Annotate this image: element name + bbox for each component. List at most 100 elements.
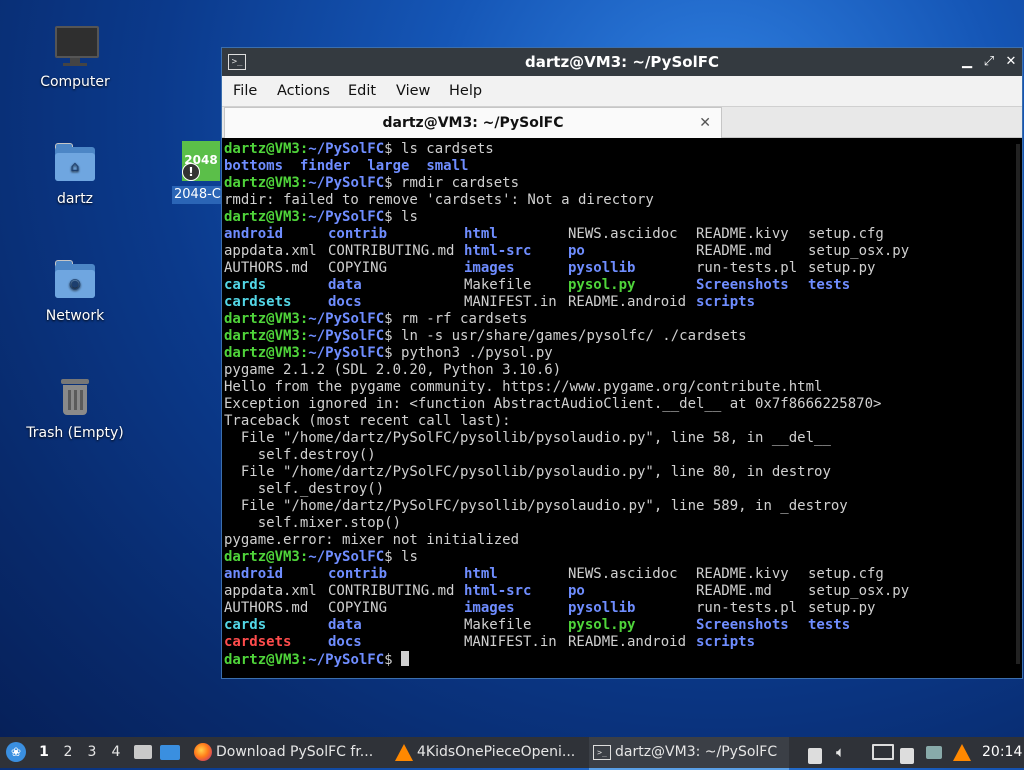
start-menu-button[interactable]: ❀	[0, 737, 32, 768]
ls-entry: setup.cfg	[808, 566, 884, 582]
ls-entry: images	[464, 600, 515, 616]
prompt-line: dartz@VM3:~/PySolFC$	[224, 651, 410, 668]
output-line: File "/home/dartz/PySolFC/pysollib/pysol…	[224, 464, 831, 480]
task-firefox[interactable]: Download PySolFC fr...	[190, 737, 384, 770]
ls-entry: large	[367, 158, 410, 174]
ls-entry: html	[464, 226, 498, 242]
desktop-icon-trash[interactable]: Trash (Empty)	[20, 375, 130, 441]
prompt-symbol: $	[384, 175, 402, 191]
prompt-user: dartz@VM3:	[224, 141, 309, 157]
output-line: self.destroy()	[224, 447, 376, 463]
command-text: ls	[401, 209, 418, 225]
home-folder-icon: ⌂	[53, 141, 97, 185]
ls-entry: cardsets	[224, 634, 292, 650]
ls-entry: setup.cfg	[808, 226, 884, 242]
window-title: dartz@VM3: ~/PySolFC	[525, 53, 719, 71]
desktop-icon-home[interactable]: ⌂ dartz	[20, 141, 130, 207]
menu-file[interactable]: File	[233, 76, 257, 106]
desktop-icon	[160, 744, 180, 760]
maximize-icon[interactable]: ⤢	[980, 52, 998, 72]
clipboard-tray-icon[interactable]	[900, 737, 920, 768]
menu-bar: File Actions Edit View Help	[222, 76, 1022, 107]
ls-entry: cardsets	[224, 294, 292, 310]
ls-entry: run-tests.pl	[696, 260, 798, 276]
ls-entry: Makefile	[464, 617, 532, 633]
output-line: rmdir: failed to remove 'cardsets': Not …	[224, 192, 654, 208]
ls-entry: small	[426, 158, 469, 174]
desktop-icon-label: Network	[45, 308, 105, 324]
output-line: Hello from the pygame community. https:/…	[224, 379, 823, 395]
trash-icon	[53, 375, 97, 419]
ls-output-row: appdata.xml CONTRIBUTING.md html-src po READ…	[224, 243, 1004, 260]
output-line: self._destroy()	[224, 481, 385, 497]
ls-output-row: android contrib html NEWS.asciidoc README.ki…	[224, 226, 1004, 243]
ls-entry: pysol.py	[568, 617, 636, 633]
game-2048-label[interactable]: 2048-C	[172, 186, 222, 204]
task-terminal[interactable]: >_ dartz@VM3: ~/PySolFC	[589, 737, 789, 770]
monitor-alert-icon	[926, 745, 942, 759]
ls-entry: README.kivy	[696, 566, 789, 582]
volume-tray-icon[interactable]: 🔈︎	[836, 737, 856, 768]
ls-entry: setup.py	[808, 260, 876, 276]
clock[interactable]: 20:14	[982, 737, 1022, 768]
output-line: File "/home/dartz/PySolFC/pysollib/pysol…	[224, 430, 831, 446]
terminal-tab[interactable]: dartz@VM3: ~/PySolFC ✕	[224, 107, 722, 138]
workspace-1[interactable]: 1	[33, 737, 55, 768]
prompt-path: ~/PySolFC	[308, 311, 385, 327]
workspace-2[interactable]: 2	[57, 737, 79, 768]
task-vlc[interactable]: 4KidsOnePieceOpeni...	[391, 737, 587, 770]
vlc-tray-icon[interactable]	[953, 737, 973, 768]
prompt-line: dartz@VM3:~/PySolFC$ ls	[224, 209, 418, 226]
ls-entry: finder	[299, 158, 351, 174]
vlc-icon	[395, 743, 413, 761]
close-icon[interactable]: ✕	[1002, 52, 1020, 72]
ls-entry: contrib	[328, 226, 388, 242]
menu-view[interactable]: View	[396, 76, 430, 106]
ls-entry: android	[224, 566, 284, 582]
prompt-line: dartz@VM3:~/PySolFC$ rm -rf cardsets	[224, 311, 527, 328]
terminal-output[interactable]: dartz@VM3:~/PySolFC$ ls cardsets bottoms …	[224, 141, 1014, 677]
show-desktop-button[interactable]	[160, 737, 186, 768]
window-titlebar[interactable]: >_ dartz@VM3: ~/PySolFC ▁ ⤢ ✕	[222, 48, 1022, 76]
desktop-icon-computer[interactable]: Computer	[20, 24, 130, 90]
ls-entry: po	[568, 243, 585, 259]
ls-entry: setup.py	[808, 600, 876, 616]
notification-tray-icon[interactable]	[926, 737, 946, 768]
updates-tray-icon[interactable]	[808, 737, 824, 768]
ls-entry: data	[328, 277, 362, 293]
ls-entry: cards	[224, 617, 267, 633]
desktop-icon-network[interactable]: ◉ Network	[20, 258, 130, 324]
start-menu-icon: ❀	[6, 742, 26, 762]
clipboard-icon	[900, 747, 914, 764]
prompt-line: dartz@VM3:~/PySolFC$ rmdir cardsets	[224, 175, 519, 192]
terminal-window[interactable]: >_ dartz@VM3: ~/PySolFC ▁ ⤢ ✕ File Actio…	[221, 47, 1023, 679]
ls-entry: scripts	[696, 294, 756, 310]
minimize-icon[interactable]: ▁	[958, 52, 976, 72]
desktop-icon-label: dartz	[56, 191, 94, 207]
prompt-user: dartz@VM3:	[224, 175, 309, 191]
ls-entry: AUTHORS.md	[224, 260, 309, 276]
tab-close-icon[interactable]: ✕	[699, 108, 711, 138]
ls-entry: MANIFEST.in	[464, 634, 557, 650]
menu-edit[interactable]: Edit	[348, 76, 376, 106]
file-manager-launcher[interactable]	[134, 737, 156, 768]
scrollbar[interactable]	[1016, 144, 1020, 664]
ls-entry: README.kivy	[696, 226, 789, 242]
network-tray-icon[interactable]	[872, 737, 894, 768]
tab-bar: dartz@VM3: ~/PySolFC ✕	[222, 107, 1022, 138]
menu-actions[interactable]: Actions	[277, 76, 330, 106]
command-text: rm -rf cardsets	[401, 311, 528, 327]
ls-output-row: android contrib html NEWS.asciidoc README.ki…	[224, 566, 1004, 583]
prompt-path: ~/PySolFC	[308, 345, 385, 361]
prompt-symbol: $	[384, 209, 402, 225]
prompt-user: dartz@VM3:	[224, 328, 309, 344]
workspace-4[interactable]: 4	[105, 737, 127, 768]
workspace-3[interactable]: 3	[81, 737, 103, 768]
menu-help[interactable]: Help	[449, 76, 482, 106]
task-label: dartz@VM3: ~/PySolFC	[615, 744, 778, 760]
prompt-user: dartz@VM3:	[224, 311, 309, 327]
ls-entry: contrib	[328, 566, 388, 582]
ls-entry: tests	[808, 617, 851, 633]
prompt-path: ~/PySolFC	[308, 549, 385, 565]
ls-entry: pysollib	[568, 260, 636, 276]
